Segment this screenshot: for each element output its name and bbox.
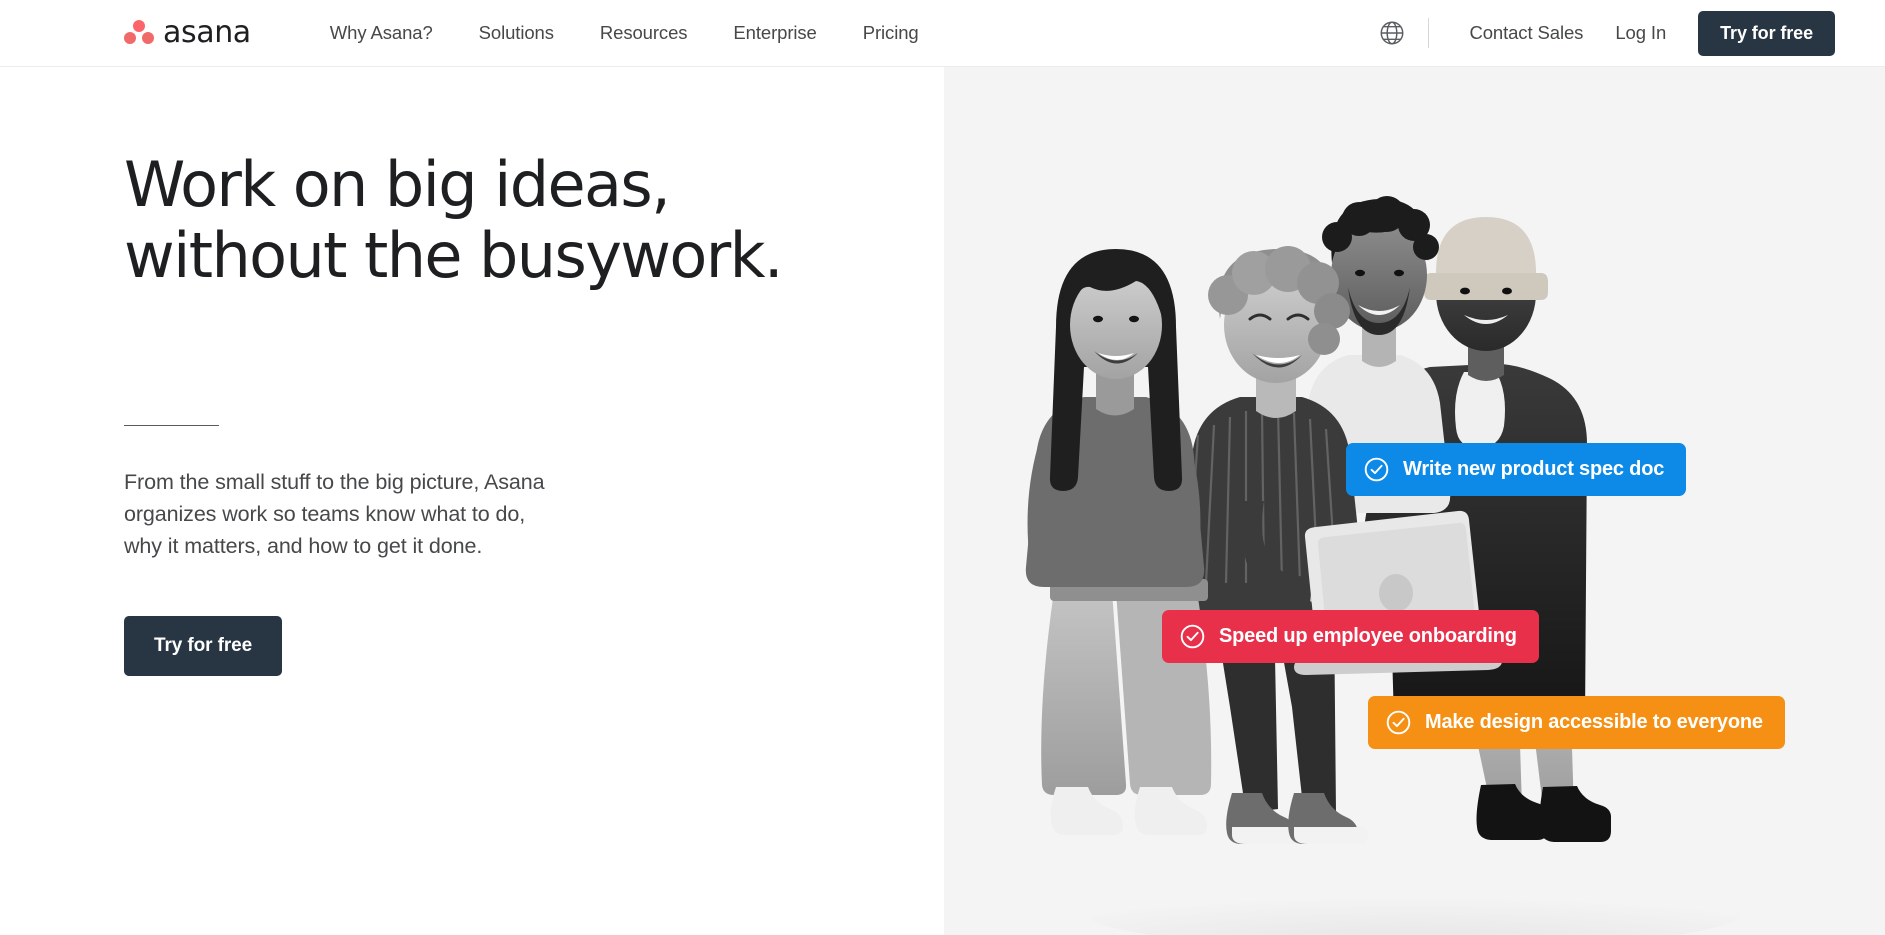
- hero-section: Work on big ideas, without the busywork.…: [0, 67, 1885, 935]
- hero-divider-rule: [124, 425, 219, 427]
- hero-subtext: From the small stuff to the big picture,…: [124, 470, 545, 558]
- asana-logo-dots-icon: [124, 20, 154, 46]
- asana-homepage: asana Why Asana? Solutions Resources Ent…: [0, 0, 1885, 935]
- nav-item-solutions[interactable]: Solutions: [456, 12, 577, 54]
- task-pill-label: Make design accessible to everyone: [1425, 711, 1763, 733]
- asana-logo-link[interactable]: asana: [124, 18, 251, 48]
- asana-wordmark: asana: [163, 15, 251, 50]
- team-photo: [944, 67, 1885, 935]
- task-pill-write-new-product-spec-doc[interactable]: Write new product spec doc: [1346, 443, 1687, 496]
- task-pill-label: Speed up employee onboarding: [1219, 625, 1517, 647]
- page-title: Work on big ideas, without the busywork.: [124, 148, 784, 292]
- check-circle-icon: [1180, 624, 1205, 649]
- nav-item-why-asana[interactable]: Why Asana?: [307, 12, 456, 54]
- hero-content-block: Work on big ideas, without the busywork.…: [124, 148, 864, 677]
- secondary-nav-actions: Contact Sales Log In Try for free: [1378, 10, 1835, 56]
- task-pill-label: Write new product spec doc: [1403, 458, 1665, 480]
- nav-try-for-free-button[interactable]: Try for free: [1698, 10, 1835, 56]
- log-in-link[interactable]: Log In: [1599, 14, 1682, 52]
- logo-dot-left: [124, 32, 136, 44]
- hero-text-column: Work on big ideas, without the busywork.…: [0, 67, 944, 935]
- check-circle-icon: [1364, 457, 1389, 482]
- primary-nav-links: Why Asana? Solutions Resources Enterpris…: [307, 12, 942, 54]
- hero-image-panel: Write new product spec doc Speed up empl…: [944, 67, 1885, 935]
- nav-item-enterprise[interactable]: Enterprise: [710, 12, 839, 54]
- logo-dot-right: [142, 32, 154, 44]
- task-pill-make-design-accessible-to-everyone[interactable]: Make design accessible to everyone: [1368, 696, 1785, 749]
- contact-sales-link[interactable]: Contact Sales: [1453, 14, 1599, 52]
- hero-try-for-free-button[interactable]: Try for free: [124, 616, 283, 677]
- globe-icon[interactable]: [1378, 19, 1406, 47]
- task-pill-speed-up-employee-onboarding[interactable]: Speed up employee onboarding: [1162, 610, 1539, 663]
- check-circle-icon: [1386, 710, 1411, 735]
- top-navigation-bar: asana Why Asana? Solutions Resources Ent…: [0, 0, 1885, 67]
- nav-item-pricing[interactable]: Pricing: [840, 12, 942, 54]
- nav-divider: [1428, 18, 1430, 48]
- nav-item-resources[interactable]: Resources: [577, 12, 711, 54]
- logo-dot-top: [133, 20, 145, 32]
